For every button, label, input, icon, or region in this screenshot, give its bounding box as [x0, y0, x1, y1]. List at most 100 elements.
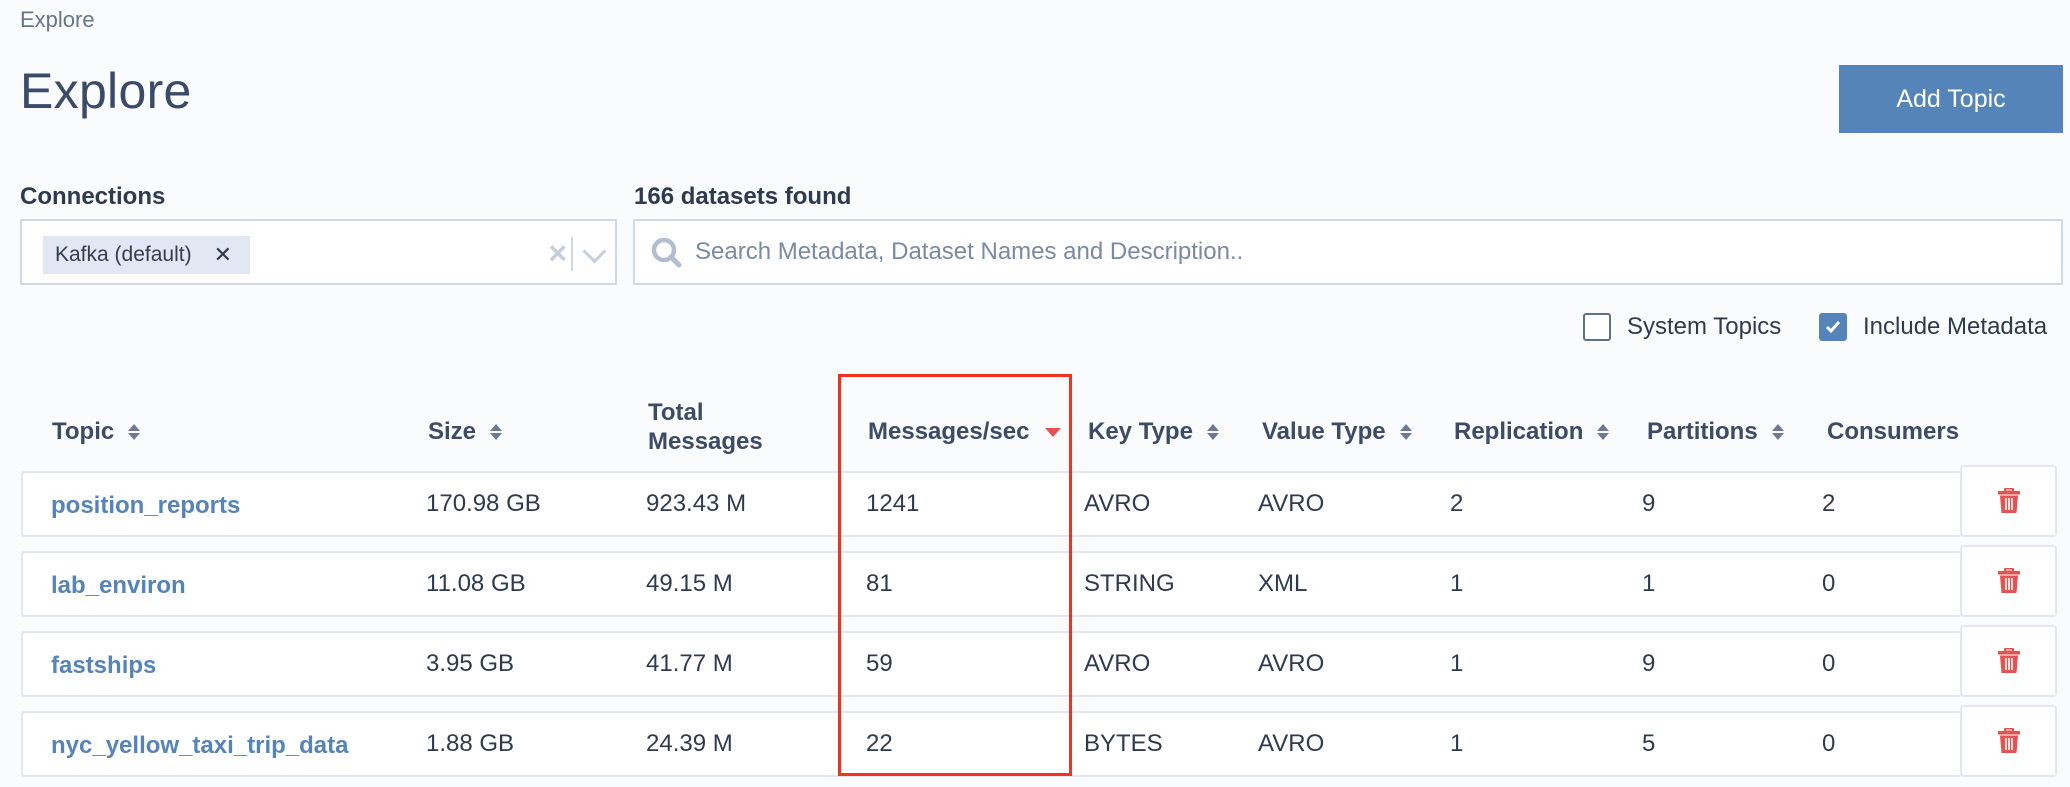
column-header-label: Partitions: [1647, 418, 1758, 445]
total-messages-cell: 41.77 M: [646, 650, 733, 677]
delete-cell: [1960, 465, 2057, 537]
column-header-label: Topic: [52, 418, 115, 445]
sort-icon: [1771, 424, 1784, 440]
table-row[interactable]: nyc_yellow_taxi_trip_data 1.88 GB 24.39 …: [0, 705, 2070, 777]
connection-chip-label: Kafka (default): [55, 243, 192, 266]
column-header-size[interactable]: Size: [428, 418, 503, 446]
connections-label: Connections: [20, 183, 166, 210]
total-messages-cell: 49.15 M: [646, 570, 733, 597]
value-type-cell: XML: [1258, 570, 1308, 597]
partitions-cell: 9: [1642, 650, 1656, 677]
key-type-cell: STRING: [1084, 570, 1175, 597]
consumers-cell: 2: [1822, 490, 1836, 517]
row-details: [396, 711, 1960, 777]
remove-chip-icon[interactable]: ✕: [214, 242, 232, 268]
column-header-messages-per-sec[interactable]: Messages/sec: [868, 418, 1062, 446]
value-type-cell: AVRO: [1258, 490, 1325, 517]
include-metadata-label: Include Metadata: [1863, 313, 2048, 340]
connection-chip: Kafka (default) ✕: [43, 236, 251, 274]
table-row[interactable]: lab_environ 11.08 GB 49.15 M 81 STRING X…: [0, 545, 2070, 617]
size-cell: 1.88 GB: [426, 730, 515, 757]
sort-icon: [1206, 424, 1219, 440]
replication-cell: 1: [1450, 650, 1464, 677]
topic-cell: nyc_yellow_taxi_trip_data: [21, 711, 396, 777]
key-type-cell: AVRO: [1084, 490, 1151, 517]
column-header-replication[interactable]: Replication: [1454, 418, 1610, 446]
topic-cell: position_reports: [21, 471, 396, 537]
system-topics-label: System Topics: [1627, 313, 1782, 340]
column-header-total-messages: Total Messages: [648, 398, 788, 456]
topic-link[interactable]: nyc_yellow_taxi_trip_data: [51, 732, 348, 760]
column-header-partitions[interactable]: Partitions: [1647, 418, 1784, 446]
breadcrumb[interactable]: Explore: [20, 7, 95, 33]
size-cell: 170.98 GB: [426, 490, 541, 517]
partitions-cell: 5: [1642, 730, 1656, 757]
page-title: Explore: [20, 63, 192, 119]
partitions-cell: 1: [1642, 570, 1656, 597]
key-type-cell: BYTES: [1084, 730, 1163, 757]
delete-cell: [1960, 545, 2057, 617]
replication-cell: 1: [1450, 570, 1464, 597]
column-header-label: Value Type: [1262, 418, 1386, 445]
sort-descending-icon: [1045, 427, 1062, 437]
consumers-cell: 0: [1822, 650, 1836, 677]
messages-per-sec-cell: 59: [866, 650, 893, 677]
chevron-down-icon[interactable]: [582, 239, 607, 264]
trash-icon[interactable]: [1997, 488, 2021, 514]
column-header-label: Key Type: [1088, 418, 1193, 445]
include-metadata-filter[interactable]: Include Metadata: [1819, 313, 2047, 341]
partitions-cell: 9: [1642, 490, 1656, 517]
topic-link[interactable]: lab_environ: [51, 572, 186, 600]
value-type-cell: AVRO: [1258, 650, 1325, 677]
column-header-label: Consumers: [1827, 418, 1960, 445]
messages-per-sec-cell: 22: [866, 730, 893, 757]
sort-icon: [1399, 424, 1412, 440]
select-divider: [571, 237, 573, 271]
column-header-key-type[interactable]: Key Type: [1088, 418, 1219, 446]
size-cell: 3.95 GB: [426, 650, 515, 677]
clear-selection-icon[interactable]: ×: [548, 235, 567, 272]
replication-cell: 2: [1450, 490, 1464, 517]
row-details: [396, 471, 1960, 537]
sort-icon: [1597, 424, 1610, 440]
delete-cell: [1960, 705, 2057, 777]
row-details: [396, 631, 1960, 697]
sort-icon: [128, 424, 141, 440]
search-input[interactable]: [693, 220, 2061, 284]
topic-cell: lab_environ: [21, 551, 396, 617]
messages-per-sec-cell: 1241: [866, 490, 920, 517]
column-header-label: Total Messages: [648, 399, 763, 455]
replication-cell: 1: [1450, 730, 1464, 757]
column-header-label: Replication: [1454, 418, 1584, 445]
total-messages-cell: 923.43 M: [646, 490, 747, 517]
trash-icon[interactable]: [1997, 728, 2021, 754]
table-row[interactable]: position_reports 170.98 GB 923.43 M 1241…: [0, 465, 2070, 537]
system-topics-filter[interactable]: System Topics: [1583, 313, 1781, 341]
topic-link[interactable]: position_reports: [51, 492, 240, 520]
delete-cell: [1960, 625, 2057, 697]
include-metadata-checkbox[interactable]: [1819, 313, 1847, 341]
topic-cell: fastships: [21, 631, 396, 697]
size-cell: 11.08 GB: [426, 570, 526, 597]
checkmark-icon: [1825, 321, 1841, 334]
trash-icon[interactable]: [1997, 568, 2021, 594]
column-header-value-type[interactable]: Value Type: [1262, 418, 1412, 446]
search-icon: [649, 235, 683, 269]
table-row[interactable]: fastships 3.95 GB 41.77 M 59 AVRO AVRO 1…: [0, 625, 2070, 697]
column-header-label: Size: [428, 418, 477, 445]
consumers-cell: 0: [1822, 570, 1836, 597]
column-header-topic[interactable]: Topic: [52, 418, 141, 446]
topic-link[interactable]: fastships: [51, 652, 156, 680]
column-header-consumers: Consumers: [1827, 418, 1959, 446]
trash-icon[interactable]: [1997, 648, 2021, 674]
system-topics-checkbox[interactable]: [1583, 313, 1611, 341]
messages-per-sec-cell: 81: [866, 570, 893, 597]
total-messages-cell: 24.39 M: [646, 730, 733, 757]
add-topic-button[interactable]: Add Topic: [1839, 65, 2063, 133]
results-count: 166 datasets found: [634, 183, 852, 210]
sort-icon: [490, 424, 503, 440]
search-field[interactable]: [633, 219, 2063, 285]
row-details: [396, 551, 1960, 617]
column-header-label: Messages/sec: [868, 418, 1030, 445]
connections-select[interactable]: Kafka (default) ✕ ×: [20, 219, 617, 285]
